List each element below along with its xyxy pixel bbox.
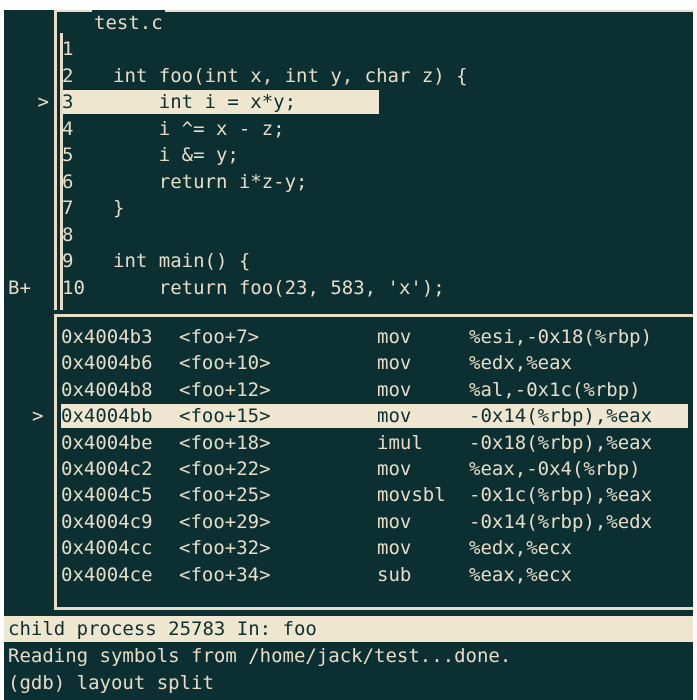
source-code: i &= y; xyxy=(113,144,239,166)
asm-address: 0x4004c9 xyxy=(61,510,153,533)
asm-address: 0x4004bb xyxy=(61,405,153,428)
line-number: 1 xyxy=(62,38,74,60)
asm-pane[interactable]: 0x4004b3 <foo+7> mov %esi,-0x18(%rbp) 0x… xyxy=(4,324,693,588)
status-text: child process 25783 In: foo xyxy=(8,618,317,640)
asm-symbol: <foo+7> xyxy=(179,326,260,348)
asm-symbol: <foo+22> xyxy=(179,457,271,480)
source-code: int i = x*y; xyxy=(113,91,297,113)
source-line[interactable]: 9 int main() { xyxy=(4,248,693,275)
source-line[interactable]: 4 i ^= x - z; xyxy=(4,116,693,143)
asm-opcode: sub xyxy=(377,563,412,586)
asm-opcode: imul xyxy=(377,431,423,454)
source-line[interactable]: 7 } xyxy=(4,195,693,222)
asm-opcode: mov xyxy=(377,510,412,533)
asm-opcode: mov xyxy=(377,405,412,428)
source-code: int main() { xyxy=(113,250,251,272)
source-code: return i*z-y; xyxy=(113,170,308,193)
asm-address: 0x4004be xyxy=(61,431,153,454)
source-line[interactable]: 2 int foo(int x, int y, char z) { xyxy=(4,63,693,90)
asm-address: 0x4004ce xyxy=(61,563,153,586)
asm-symbol: <foo+12> xyxy=(179,378,271,401)
asm-line[interactable]: 0x4004c9 <foo+29> mov -0x14(%rbp),%edx xyxy=(4,509,693,535)
asm-address: 0x4004b3 xyxy=(61,326,153,348)
line-number: 7 xyxy=(62,197,74,219)
asm-symbol: <foo+15> xyxy=(179,405,271,428)
line-number: 2 xyxy=(62,64,74,87)
asm-operands: -0x14(%rbp),%edx xyxy=(469,510,653,533)
source-code: int foo(int x, int y, char z) { xyxy=(113,64,468,87)
asm-operands: %eax,%ecx xyxy=(469,563,572,586)
status-bar: child process 25783 In: foo xyxy=(4,616,693,642)
current-line-marker: > xyxy=(37,91,49,113)
source-code: } xyxy=(113,197,125,219)
asm-line[interactable]: 0x4004b6 <foo+10> mov %edx,%eax xyxy=(4,350,693,376)
line-number: 10 xyxy=(62,276,85,299)
line-number: 8 xyxy=(62,223,74,246)
asm-address: 0x4004c2 xyxy=(61,457,153,480)
asm-operands: %eax,-0x4(%rbp) xyxy=(469,457,641,480)
breakpoint-marker[interactable]: B+ xyxy=(8,275,54,302)
line-number: 3 xyxy=(62,91,74,113)
command-prompt-line[interactable]: (gdb) layout split xyxy=(8,670,511,697)
asm-opcode: movsbl xyxy=(377,484,446,507)
asm-line[interactable]: 0x4004b3 <foo+7> mov %esi,-0x18(%rbp) xyxy=(4,324,693,350)
asm-address: 0x4004b8 xyxy=(61,378,153,401)
command-output-line: Reading symbols from /home/jack/test...d… xyxy=(8,645,512,667)
asm-operands: %al,-0x1c(%rbp) xyxy=(469,378,641,401)
asm-opcode: mov xyxy=(377,537,412,560)
gdb-terminal[interactable]: test.c 1 2 int foo(int x, int y, char z)… xyxy=(4,10,693,700)
current-source-line[interactable]: > 3 int i = x*y; xyxy=(4,89,693,116)
source-line[interactable]: 6 return i*z-y; xyxy=(4,169,693,196)
asm-line[interactable]: 0x4004c2 <foo+22> mov %eax,-0x4(%rbp) xyxy=(4,456,693,482)
asm-opcode: mov xyxy=(377,378,412,401)
asm-operands: -0x14(%rbp),%eax xyxy=(469,405,653,428)
source-line[interactable]: 8 xyxy=(4,222,693,249)
asm-symbol: <foo+10> xyxy=(179,352,271,375)
line-number: 5 xyxy=(62,144,74,166)
asm-symbol: <foo+29> xyxy=(179,510,271,533)
asm-address: 0x4004c5 xyxy=(61,484,153,507)
current-asm-line[interactable]: > 0x4004bb <foo+15> mov -0x14(%rbp),%eax xyxy=(4,403,693,429)
asm-operands: -0x18(%rbp),%eax xyxy=(469,431,653,454)
source-code: i ^= x - z; xyxy=(113,117,285,140)
asm-operands: %esi,-0x18(%rbp) xyxy=(469,326,653,348)
command-area[interactable]: Reading symbols from /home/jack/test...d… xyxy=(8,643,511,696)
asm-address: 0x4004cc xyxy=(61,537,153,560)
source-line[interactable]: B+ 10 return foo(23, 583, 'x'); xyxy=(4,275,693,302)
line-number: 9 xyxy=(62,250,74,272)
asm-address: 0x4004b6 xyxy=(61,352,153,375)
source-line[interactable]: 1 xyxy=(4,36,693,63)
asm-line[interactable]: 0x4004c5 <foo+25> movsbl -0x1c(%rbp),%ea… xyxy=(4,482,693,508)
asm-opcode: mov xyxy=(377,352,412,375)
asm-symbol: <foo+18> xyxy=(179,431,271,454)
asm-opcode: mov xyxy=(377,457,412,480)
asm-line[interactable]: 0x4004cc <foo+32> mov %edx,%ecx xyxy=(4,535,693,561)
asm-symbol: <foo+25> xyxy=(179,484,271,507)
source-line[interactable]: 5 i &= y; xyxy=(4,142,693,169)
line-number: 6 xyxy=(62,170,74,193)
source-pane[interactable]: 1 2 int foo(int x, int y, char z) { > 3 … xyxy=(4,36,693,301)
asm-line[interactable]: 0x4004b8 <foo+12> mov %al,-0x1c(%rbp) xyxy=(4,377,693,403)
asm-line[interactable]: 0x4004be <foo+18> imul -0x18(%rbp),%eax xyxy=(4,430,693,456)
asm-line[interactable]: 0x4004ce <foo+34> sub %eax,%ecx xyxy=(4,562,693,588)
asm-opcode: mov xyxy=(377,326,412,348)
asm-operands: %edx,%ecx xyxy=(469,537,572,560)
line-number: 4 xyxy=(62,117,74,140)
current-asm-marker: > xyxy=(32,405,44,428)
asm-operands: %edx,%eax xyxy=(469,352,572,375)
source-code: return foo(23, 583, 'x'); xyxy=(113,276,445,299)
source-pane-title: test.c xyxy=(92,10,165,36)
asm-symbol: <foo+32> xyxy=(179,537,271,560)
asm-symbol: <foo+34> xyxy=(179,563,271,586)
asm-operands: -0x1c(%rbp),%eax xyxy=(469,484,653,507)
